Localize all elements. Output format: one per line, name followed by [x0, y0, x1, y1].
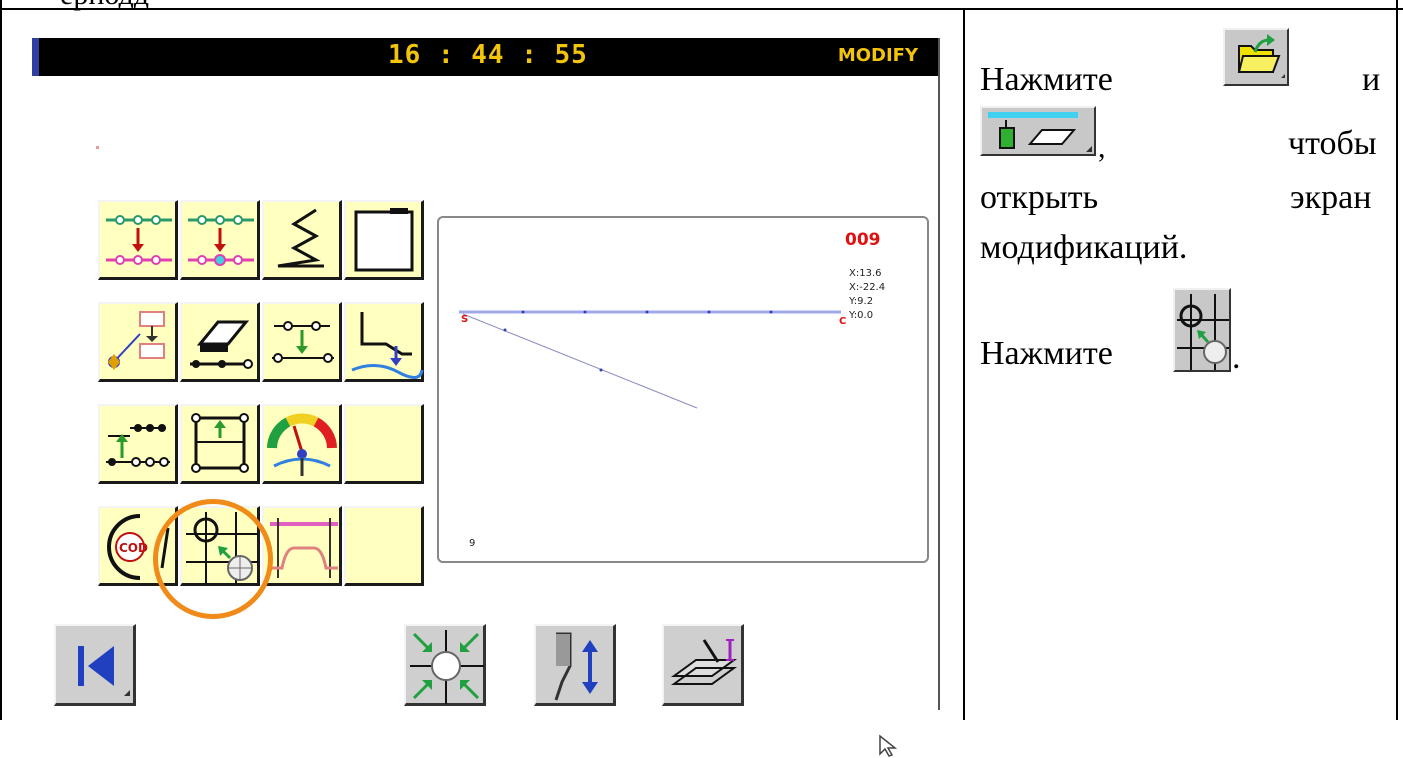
instruction-and: и — [1362, 61, 1381, 98]
zigzag-icon — [277, 208, 324, 268]
instruction-modifications: модификаций. — [980, 229, 1188, 266]
multi-point-move-icon — [106, 424, 170, 467]
circle-arc-ref-icon — [1177, 294, 1229, 370]
frame-corner-button[interactable] — [344, 200, 424, 280]
presser-adjust-icon — [351, 312, 424, 379]
flowchart-button[interactable] — [98, 302, 178, 382]
move-point-up-icon — [106, 215, 172, 265]
end-marker: C — [839, 316, 847, 327]
table-column-divider — [963, 8, 965, 720]
svg-text:COD: COD — [119, 541, 148, 555]
cut-off-heading: ерподд — [60, 0, 149, 12]
back-to-start-icon — [78, 646, 130, 696]
flowchart-icon — [108, 311, 165, 370]
empty-button-r4[interactable] — [344, 506, 424, 586]
highlight-circle — [153, 499, 273, 619]
zigzag-button[interactable] — [262, 200, 342, 280]
block-move-icon — [191, 413, 249, 473]
block-move-button[interactable] — [180, 404, 260, 484]
shift-point-button[interactable] — [262, 302, 342, 382]
move-point-alt-icon — [188, 215, 254, 266]
needle-updown-icon — [554, 632, 598, 701]
zoom-center-icon — [410, 630, 484, 704]
stitch-count: 9 — [469, 538, 476, 549]
speed-gauge-icon — [267, 413, 337, 476]
stitch-preview: 009 X:13.6 X:-22.4 Y:9.2 Y:0.0 S C 9 — [437, 216, 929, 563]
modify-edit-button[interactable] — [980, 106, 1096, 156]
status-bar-edge — [32, 38, 39, 76]
instruction-open: открыть — [980, 179, 1099, 216]
instruction-press-1: Нажмите — [980, 61, 1113, 98]
instruction-so-that: чтобы — [1288, 125, 1377, 162]
erase-point-icon — [190, 320, 253, 369]
pink-frame-button[interactable] — [262, 506, 342, 586]
mode-label: MODIFY — [837, 45, 918, 66]
stitch-path — [459, 310, 841, 409]
open-folder-icon — [1237, 34, 1285, 78]
move-point-alt-button[interactable] — [180, 200, 260, 280]
back-to-start-button[interactable] — [54, 624, 136, 706]
presser-adjust-button[interactable] — [344, 302, 424, 382]
needle-updown-button[interactable] — [534, 624, 616, 706]
empty-button-r3[interactable] — [344, 404, 424, 484]
frame-corner-icon — [354, 208, 414, 272]
presser-foot-button[interactable] — [662, 624, 744, 706]
open-folder-button[interactable] — [1223, 28, 1289, 86]
instruction-press-2: Нажмите — [980, 335, 1113, 372]
pink-frame-icon — [270, 518, 338, 578]
status-bar: 16 : 44 : 55 MODIFY — [32, 38, 938, 76]
machine-panel: 16 : 44 : 55 MODIFY COD 009 X:13.6 X:-22… — [32, 38, 940, 757]
erase-point-button[interactable] — [180, 302, 260, 382]
instruction-period: . — [1232, 339, 1241, 376]
start-marker: S — [461, 314, 469, 325]
clock: 16 : 44 : 55 — [388, 40, 588, 70]
instruction-comma: , — [1098, 131, 1106, 164]
multi-point-move-button[interactable] — [98, 404, 178, 484]
modify-edit-icon — [988, 112, 1092, 152]
move-point-up-button[interactable] — [98, 200, 178, 280]
mouse-cursor-icon — [879, 734, 898, 757]
zoom-center-button[interactable] — [404, 624, 486, 706]
instruction-screen: экран — [1290, 179, 1372, 216]
circle-arc-ref-button[interactable] — [1173, 288, 1231, 372]
presser-foot-icon — [670, 639, 738, 685]
speed-gauge-button[interactable] — [262, 404, 342, 484]
shift-point-icon — [272, 321, 334, 363]
table-top-border — [0, 8, 1403, 10]
stray-dot — [96, 146, 99, 149]
